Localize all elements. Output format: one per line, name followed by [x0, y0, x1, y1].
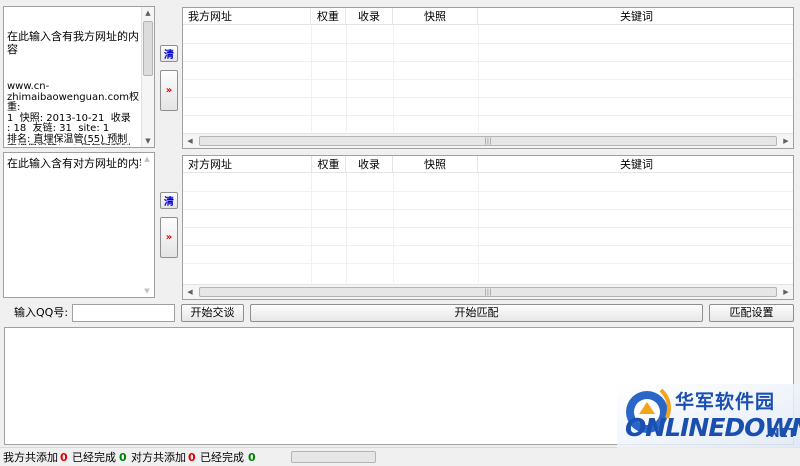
my-done-count: 0 [119, 451, 127, 464]
grid-line [183, 79, 793, 80]
onlinedown-watermark: 华军软件园 ONLINEDOWN .NET [617, 384, 800, 448]
hscroll-thumb[interactable]: ||| [199, 136, 777, 146]
scroll-up-icon[interactable]: ▲ [141, 153, 153, 165]
scroll-left-icon[interactable]: ◀ [183, 285, 197, 299]
watermark-suffix: .NET [765, 426, 796, 440]
start-match-button[interactable]: 开始匹配 [250, 304, 703, 322]
scroll-left-icon[interactable]: ◀ [183, 134, 197, 148]
other-site-hint: 在此输入含有对方网址的内容 [7, 157, 150, 170]
watermark-cn: 华军软件园 [675, 391, 776, 413]
grid-line [183, 227, 793, 228]
my-added-label: 我方共添加 [3, 451, 58, 464]
other-added-count: 0 [188, 451, 196, 464]
grid-line [346, 173, 347, 283]
grid-line [183, 61, 793, 62]
other-table-hscroll[interactable]: ◀ ||| ▶ [183, 284, 793, 299]
my-table-header: 我方网址 权重 收录 快照 关键词 [183, 8, 793, 25]
start-chat-button[interactable]: 开始交谈 [181, 304, 244, 322]
status-bar: 我方共添加 0 已经完成 0 对方共添加 0 已经完成 0 [0, 447, 800, 466]
my-site-text[interactable]: 在此输入含有我方网址的内容 www.cn- zhimaibaowenguan.c… [7, 9, 140, 145]
log-text [5, 328, 793, 332]
qq-input[interactable] [72, 304, 175, 322]
my-site-scrollbar[interactable]: ▲ ▼ [141, 7, 154, 147]
col-indexed[interactable]: 收录 [346, 156, 393, 173]
grid-line [311, 173, 312, 283]
scroll-down-icon[interactable]: ▼ [142, 135, 154, 147]
col-snapshot[interactable]: 快照 [393, 156, 478, 173]
col-weight[interactable]: 权重 [311, 156, 346, 173]
grid-line [183, 245, 793, 246]
qq-label: 输入QQ号: [14, 306, 69, 319]
scroll-right-icon[interactable]: ▶ [779, 134, 793, 148]
grid-line [183, 43, 793, 44]
other-done-count: 0 [248, 451, 256, 464]
my-table-hscroll[interactable]: ◀ ||| ▶ [183, 133, 793, 148]
progress-bar [291, 451, 376, 463]
my-site-content: www.cn- zhimaibaowenguan.com权重: 1 快照: 20… [7, 81, 139, 145]
my-site-table[interactable]: 我方网址 权重 收录 快照 关键词 ◀ ||| ▶ [182, 7, 794, 149]
my-done-label: 已经完成 [72, 451, 116, 464]
col-other-site[interactable]: 对方网址 [188, 156, 308, 173]
hscroll-thumb[interactable]: ||| [199, 287, 777, 297]
other-added-label: 对方共添加 [131, 451, 186, 464]
scroll-thumb[interactable] [143, 21, 153, 76]
move-other-button[interactable]: » [160, 217, 178, 258]
other-site-scrollbar[interactable]: ▲ ▼ [141, 153, 154, 297]
my-site-textbox[interactable]: 在此输入含有我方网址的内容 www.cn- zhimaibaowenguan.c… [3, 6, 155, 148]
match-settings-button[interactable]: 匹配设置 [709, 304, 794, 322]
col-snapshot[interactable]: 快照 [393, 8, 478, 25]
grid-line [183, 209, 793, 210]
clear-my-button[interactable]: 清 [160, 45, 178, 62]
other-site-textbox[interactable]: 在此输入含有对方网址的内容 ▲ ▼ [3, 152, 155, 298]
grid-line [478, 173, 479, 283]
col-keywords[interactable]: 关键词 [478, 156, 793, 173]
move-my-button[interactable]: » [160, 70, 178, 111]
grid-line [183, 191, 793, 192]
col-indexed[interactable]: 收录 [346, 8, 393, 25]
grid-line [183, 263, 793, 264]
scroll-right-icon[interactable]: ▶ [779, 285, 793, 299]
grid-line [183, 97, 793, 98]
other-done-label: 已经完成 [200, 451, 244, 464]
scroll-down-icon[interactable]: ▼ [141, 285, 153, 297]
scroll-up-icon[interactable]: ▲ [142, 7, 154, 19]
col-keywords[interactable]: 关键词 [478, 8, 793, 25]
other-site-table[interactable]: 对方网址 权重 收录 快照 关键词 ◀ ||| ▶ [182, 155, 794, 300]
my-added-count: 0 [60, 451, 68, 464]
other-table-header: 对方网址 权重 收录 快照 关键词 [183, 156, 793, 173]
col-divider [183, 8, 311, 25]
col-weight[interactable]: 权重 [311, 8, 346, 25]
grid-line [183, 115, 793, 116]
my-site-hint: 在此输入含有我方网址的内容 [7, 30, 139, 56]
grid-line [393, 173, 394, 283]
clear-other-button[interactable]: 清 [160, 192, 178, 209]
